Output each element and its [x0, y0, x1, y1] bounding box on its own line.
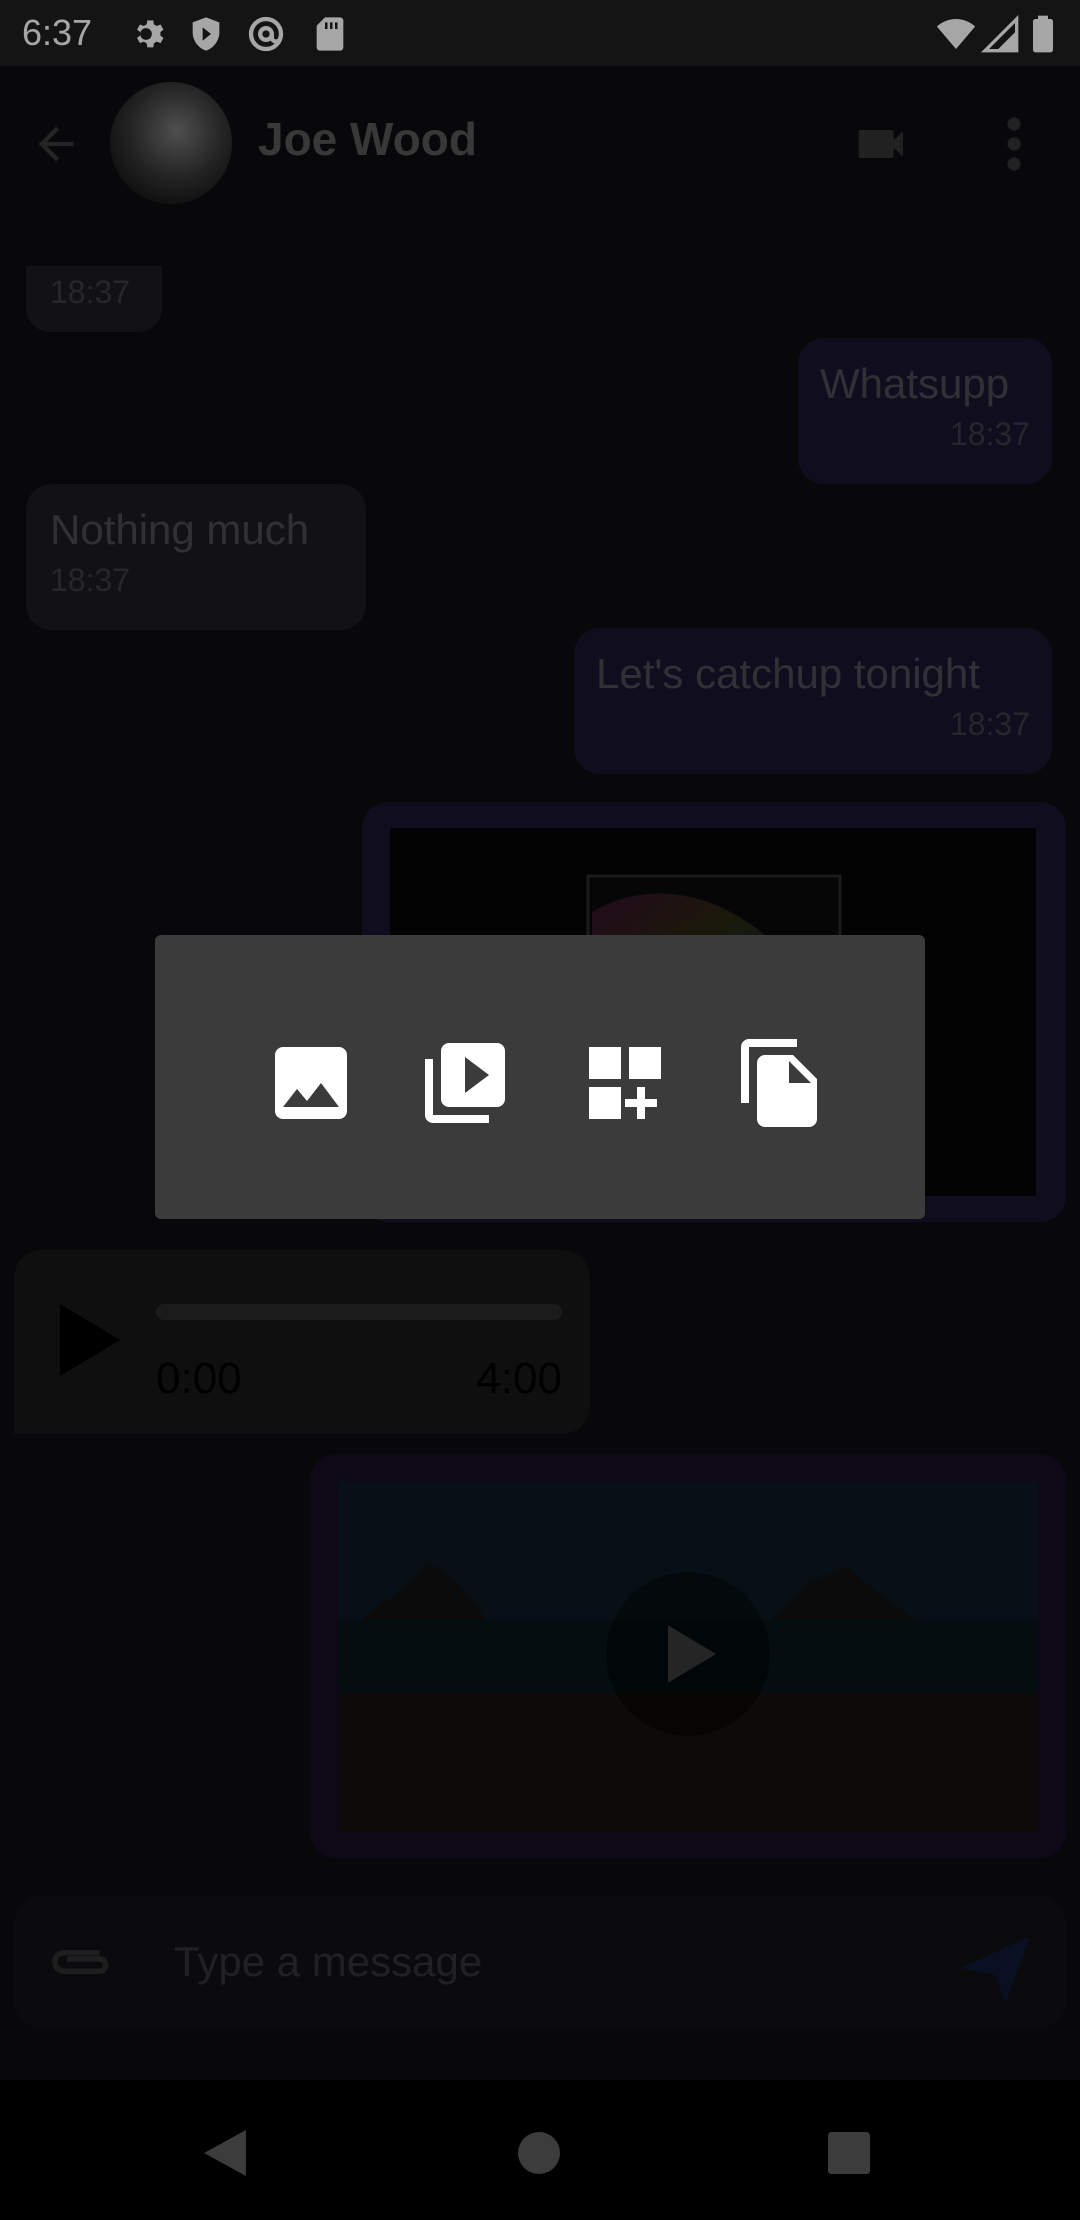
- nav-home-icon[interactable]: [518, 2132, 560, 2174]
- file-copy-icon[interactable]: [733, 1035, 829, 1131]
- system-nav-bar: [0, 2080, 1080, 2220]
- nav-recents-icon[interactable]: [828, 2132, 870, 2174]
- attachment-popup: [155, 935, 925, 1219]
- image-icon[interactable]: [263, 1035, 359, 1131]
- widgets-add-icon[interactable]: [577, 1035, 673, 1131]
- nav-back-icon[interactable]: [204, 2130, 246, 2176]
- video-library-icon[interactable]: [417, 1035, 513, 1131]
